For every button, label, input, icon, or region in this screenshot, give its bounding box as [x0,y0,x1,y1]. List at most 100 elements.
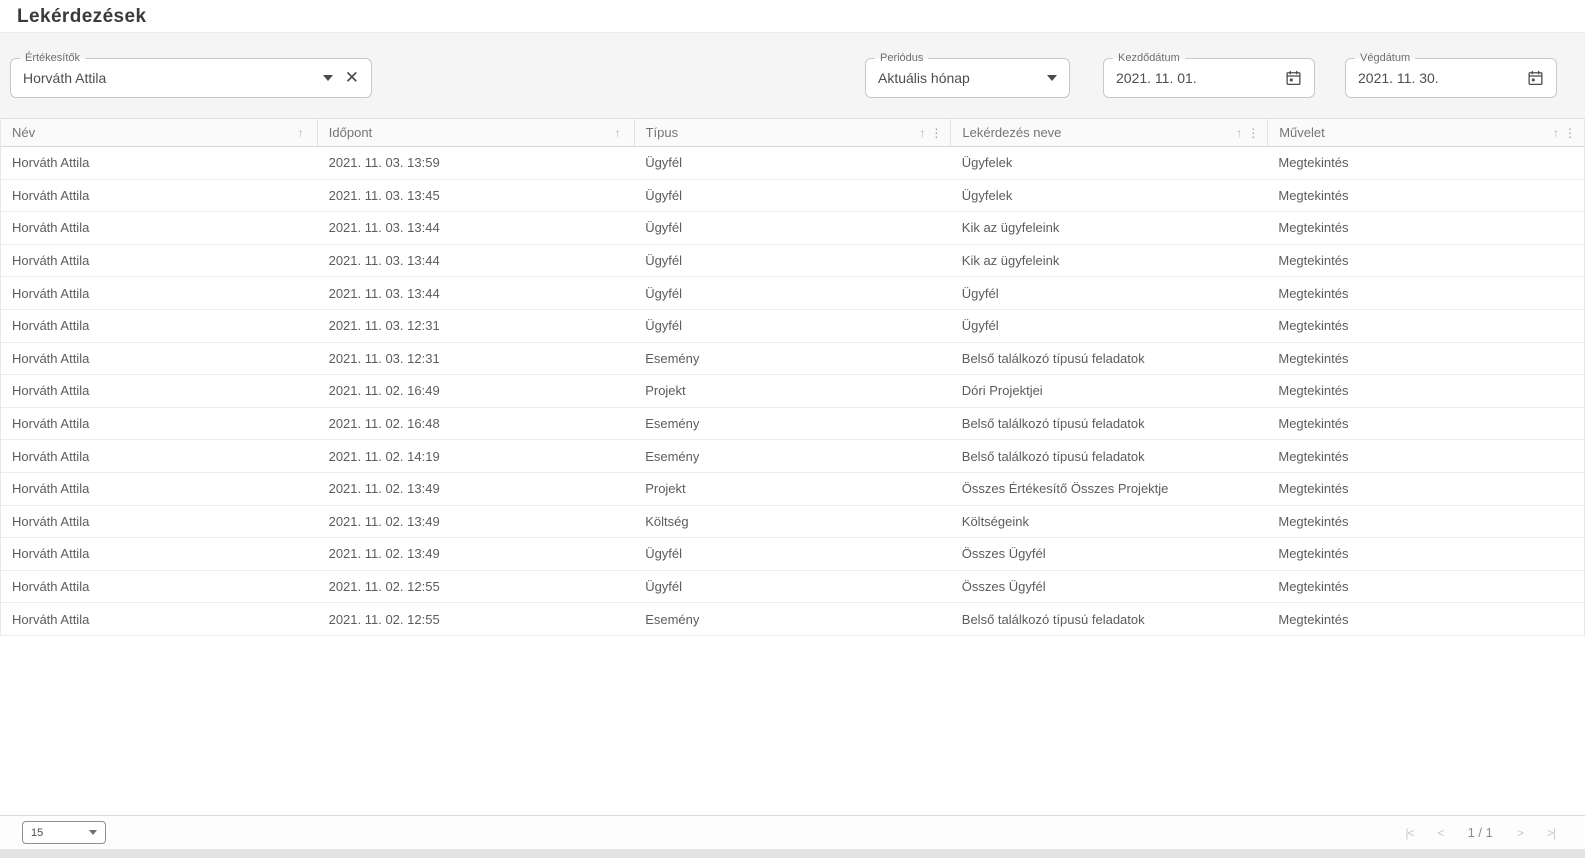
first-page-icon[interactable]: |< [1405,826,1414,840]
cell-query: Összes Ügyfél [961,579,1046,595]
column-header-muvelet[interactable]: Művelet ↑ ⋮ [1268,119,1584,146]
table-row: Horváth Attila 2021. 11. 02. 13:49 Proje… [1,472,1584,506]
sort-ascending-icon[interactable]: ↑ [1553,126,1559,140]
bottom-scrollbar-track[interactable] [0,849,1585,858]
cell-type: Ügyfél [645,579,683,595]
previous-page-icon[interactable]: < [1438,826,1445,840]
table-row: Horváth Attila 2021. 11. 03. 13:44 Ügyfé… [1,277,1584,310]
column-header-lekerdezes-neve[interactable]: Lekérdezés neve ↑ ⋮ [951,119,1269,146]
cell-time: 2021. 11. 03. 12:31 [328,350,440,366]
column-menu-icon[interactable]: ⋮ [1247,126,1259,140]
salespeople-select[interactable]: Értékesítők Horváth Attila ✕ [10,50,372,98]
cell-query: Dóri Projektjei [961,383,1043,399]
column-menu-icon[interactable]: ⋮ [930,126,942,140]
table-row: Horváth Attila 2021. 11. 02. 16:49 Proje… [1,375,1584,408]
view-action-link[interactable]: Megtekintés [1267,408,1584,440]
cell-query: Költségeink [961,513,1029,529]
start-date-value: 2021. 11. 01. [1116,69,1197,86]
view-action-link[interactable]: Megtekintés [1267,473,1584,505]
table-row: Horváth Attila 2021. 11. 03. 12:31 Ügyfé… [1,309,1584,343]
calendar-icon[interactable] [1527,69,1544,86]
sort-ascending-icon[interactable]: ↑ [615,126,621,140]
table-body: Horváth Attila 2021. 11. 03. 13:59 Ügyfé… [1,147,1584,636]
cell-time: 2021. 11. 02. 13:49 [328,481,440,497]
cell-name: Horváth Attila [12,611,90,627]
chevron-down-icon[interactable] [322,74,333,81]
column-header-idopont[interactable]: Időpont ↑ [318,119,635,146]
view-action-link[interactable]: Megtekintés [1267,603,1584,635]
next-page-icon[interactable]: > [1517,826,1524,840]
clear-icon[interactable]: ✕ [345,69,359,86]
cell-time: 2021. 11. 03. 13:44 [328,253,440,269]
page-size-select[interactable]: 15 [22,821,106,844]
titlebar: Lekérdezések [0,0,1585,33]
cell-time: 2021. 11. 03. 13:44 [328,285,440,301]
chevron-down-icon[interactable] [1047,74,1057,81]
start-date-field[interactable]: Kezdődátum 2021. 11. 01. [1103,50,1315,98]
cell-type: Ügyfél [645,220,683,236]
cell-time: 2021. 11. 02. 12:55 [328,579,440,595]
cell-time: 2021. 11. 03. 12:31 [328,318,440,334]
column-header-tipus[interactable]: Típus ↑ ⋮ [635,119,952,146]
view-action-link[interactable]: Megtekintés [1267,147,1584,179]
cell-time: 2021. 11. 02. 13:49 [328,546,440,562]
cell-time: 2021. 11. 03. 13:44 [328,220,440,236]
cell-query: Kik az ügyfeleink [961,220,1060,236]
sort-ascending-icon[interactable]: ↑ [1236,126,1242,140]
cell-query: Belső találkozó típusú feladatok [961,350,1145,366]
view-action-link[interactable]: Megtekintés [1267,277,1584,309]
view-action-link[interactable]: Megtekintés [1267,571,1584,603]
table-row: Horváth Attila 2021. 11. 03. 13:44 Ügyfé… [1,212,1584,245]
page-indicator: 1 / 1 [1467,825,1493,840]
cell-name: Horváth Attila [12,350,90,366]
view-action-link[interactable]: Megtekintés [1267,212,1584,244]
column-menu-icon[interactable]: ⋮ [1564,126,1576,140]
cell-name: Horváth Attila [12,546,90,562]
cell-name: Horváth Attila [12,416,90,432]
view-action-link[interactable]: Megtekintés [1267,506,1584,538]
last-page-icon[interactable]: >| [1547,826,1556,840]
cell-query: Ügyfél [961,318,999,334]
cell-name: Horváth Attila [12,220,90,236]
cell-name: Horváth Attila [12,318,90,334]
view-action-link[interactable]: Megtekintés [1267,343,1584,375]
view-action-link[interactable]: Megtekintés [1267,245,1584,277]
cell-query: Belső találkozó típusú feladatok [961,416,1145,432]
end-date-field[interactable]: Végdátum 2021. 11. 30. [1345,50,1557,98]
salespeople-value: Horváth Attila [23,69,107,86]
cell-time: 2021. 11. 02. 12:55 [328,611,440,627]
cell-type: Ügyfél [645,318,683,334]
period-select[interactable]: Periódus Aktuális hónap [865,50,1070,98]
view-action-link[interactable]: Megtekintés [1267,180,1584,212]
view-action-link[interactable]: Megtekintés [1267,375,1584,407]
sort-ascending-icon[interactable]: ↑ [919,126,925,140]
table-row: Horváth Attila 2021. 11. 03. 13:59 Ügyfé… [1,147,1584,180]
table-row: Horváth Attila 2021. 11. 02. 13:49 Költs… [1,505,1584,539]
column-header-nev[interactable]: Név ↑ [1,119,318,146]
pagination: |< < 1 / 1 > >| [1405,825,1556,840]
cell-time: 2021. 11. 02. 13:49 [328,513,440,529]
cell-type: Esemény [645,350,700,366]
cell-query: Ügyfelek [961,155,1013,171]
calendar-icon[interactable] [1285,69,1302,86]
cell-query: Ügyfelek [961,187,1013,203]
view-action-link[interactable]: Megtekintés [1267,538,1584,570]
view-action-link[interactable]: Megtekintés [1267,310,1584,342]
chevron-down-icon [89,830,97,835]
cell-name: Horváth Attila [12,155,90,171]
salespeople-label: Értékesítők [20,50,86,66]
sort-ascending-icon[interactable]: ↑ [298,126,304,140]
queries-page: Lekérdezések Értékesítők Horváth Attila … [0,0,1585,858]
cell-type: Ügyfél [645,546,683,562]
cell-name: Horváth Attila [12,448,90,464]
cell-name: Horváth Attila [12,579,90,595]
end-date-label: Végdátum [1355,50,1416,66]
cell-name: Horváth Attila [12,481,90,497]
cell-time: 2021. 11. 03. 13:59 [328,155,440,171]
cell-time: 2021. 11. 03. 13:45 [328,187,440,203]
table-row: Horváth Attila 2021. 11. 02. 14:19 Esemé… [1,440,1584,473]
table-footer: 15 |< < 1 / 1 > >| [0,815,1585,849]
view-action-link[interactable]: Megtekintés [1267,440,1584,472]
cell-name: Horváth Attila [12,285,90,301]
cell-type: Ügyfél [645,187,683,203]
